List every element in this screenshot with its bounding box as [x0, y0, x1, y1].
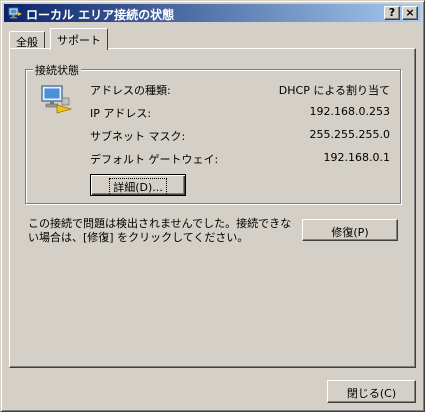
address-type-label: アドレスの種類: — [90, 84, 171, 97]
status-message: この接続で問題は検出されませんでした。接続できない場合は、[修復] をクリックし… — [28, 217, 292, 244]
ip-address-label: IP アドレス: — [90, 107, 152, 120]
help-button[interactable]: ? — [384, 6, 400, 20]
repair-button[interactable]: 修復(P) — [302, 219, 398, 241]
address-type-value: DHCP による割り当て — [278, 84, 390, 97]
group-title: 接続状態 — [33, 62, 81, 78]
network-connection-icon — [8, 7, 22, 19]
subnet-mask-label: サブネット マスク: — [90, 130, 186, 143]
tab-general[interactable]: 全般 — [9, 31, 45, 49]
close-window-button[interactable]: × — [402, 6, 418, 20]
tab-support[interactable]: サポート — [50, 28, 108, 50]
default-gateway-value: 192.168.0.1 — [323, 151, 390, 164]
details-button[interactable]: 詳細(D)... — [90, 174, 186, 196]
default-gateway-label: デフォルト ゲートウェイ: — [90, 153, 219, 166]
network-connection-icon — [41, 85, 73, 114]
subnet-mask-value: 255.255.255.0 — [309, 128, 390, 141]
close-button[interactable]: 閉じる(C) — [327, 380, 416, 403]
title-bar[interactable]: ローカル エリア接続の状態 ? × — [4, 4, 421, 22]
dialog-window: ローカル エリア接続の状態 ? × 全般 サポート 接続状態 アドレスの種類: … — [0, 0, 425, 412]
details-button-label: 詳細(D)... — [109, 178, 167, 196]
connection-status-group: 接続状態 アドレスの種類: DHCP による割り当て IP アドレス: 192.… — [25, 62, 401, 204]
support-tab-panel: 接続状態 アドレスの種類: DHCP による割り当て IP アドレス: 192.… — [9, 48, 416, 368]
ip-address-value: 192.168.0.253 — [309, 105, 390, 118]
window-title: ローカル エリア接続の状態 — [26, 8, 175, 22]
